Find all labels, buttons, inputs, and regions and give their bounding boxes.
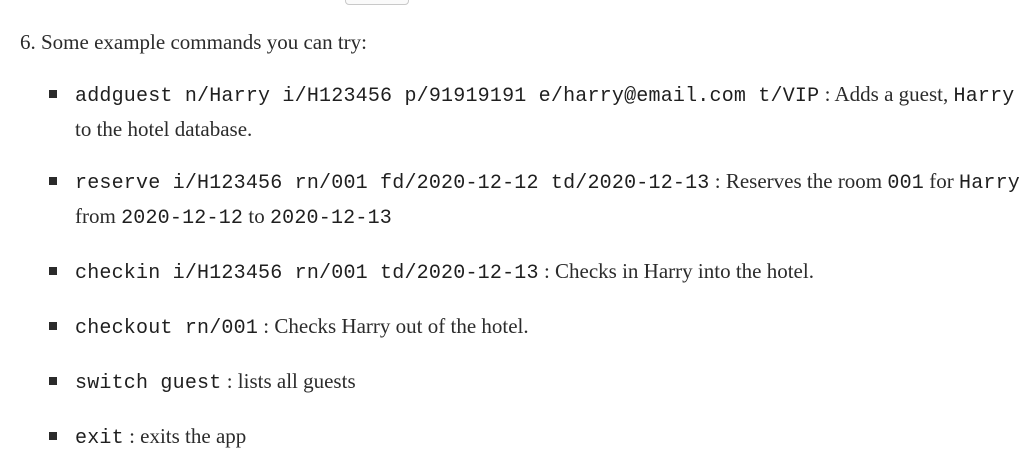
- command-description: : lists all guests: [226, 369, 356, 393]
- command-description: : Checks Harry out of the hotel.: [263, 314, 529, 338]
- step-heading: 6. Some example commands you can try:: [20, 30, 368, 54]
- inline-code: 2020-12-13: [269, 207, 392, 230]
- list-item-addguest: addguest n/Harry i/H123456 p/91919191 e/…: [0, 78, 1033, 145]
- inline-code: 2020-12-12: [121, 207, 244, 230]
- command-code: checkout rn/001: [75, 317, 259, 340]
- command-description: : exits the app: [129, 424, 247, 448]
- command-code: reserve i/H123456 rn/001 fd/2020-12-12 t…: [75, 172, 710, 195]
- command-code: checkin i/H123456 rn/001 td/2020-12-13: [75, 262, 539, 285]
- list-item-checkout: checkout rn/001 : Checks Harry out of th…: [0, 310, 1033, 345]
- command-list: addguest n/Harry i/H123456 p/91919191 e/…: [0, 78, 1033, 475]
- list-item-switch-guest: switch guest : lists all guests: [0, 365, 1033, 400]
- command-code: switch guest: [75, 372, 222, 395]
- bullet-square-icon: [49, 322, 57, 330]
- command-description: : Reserves the room: [714, 169, 883, 193]
- command-description: : Checks in Harry into the hotel.: [543, 259, 814, 283]
- inline-code: Harry: [953, 85, 1015, 108]
- bullet-square-icon: [49, 377, 57, 385]
- bullet-square-icon: [49, 177, 57, 185]
- command-description: : Adds a guest,: [824, 82, 949, 106]
- command-description-cont: to the hotel database.: [75, 117, 253, 141]
- list-item-exit: exit : exits the app: [0, 420, 1033, 455]
- bullet-square-icon: [49, 90, 57, 98]
- command-description-cont: from: [75, 204, 116, 228]
- list-item-reserve: reserve i/H123456 rn/001 fd/2020-12-12 t…: [0, 165, 1033, 235]
- command-description-cont: to: [248, 204, 265, 228]
- list-item-checkin: checkin i/H123456 rn/001 td/2020-12-13 :…: [0, 255, 1033, 290]
- command-description-cont: for: [929, 169, 954, 193]
- bullet-square-icon: [49, 432, 57, 440]
- inline-code: 001: [887, 172, 924, 195]
- command-code: addguest n/Harry i/H123456 p/91919191 e/…: [75, 85, 820, 108]
- inline-code: Harry: [959, 172, 1021, 195]
- top-partial-element: [345, 0, 409, 5]
- bullet-square-icon: [49, 267, 57, 275]
- command-code: exit: [75, 427, 124, 450]
